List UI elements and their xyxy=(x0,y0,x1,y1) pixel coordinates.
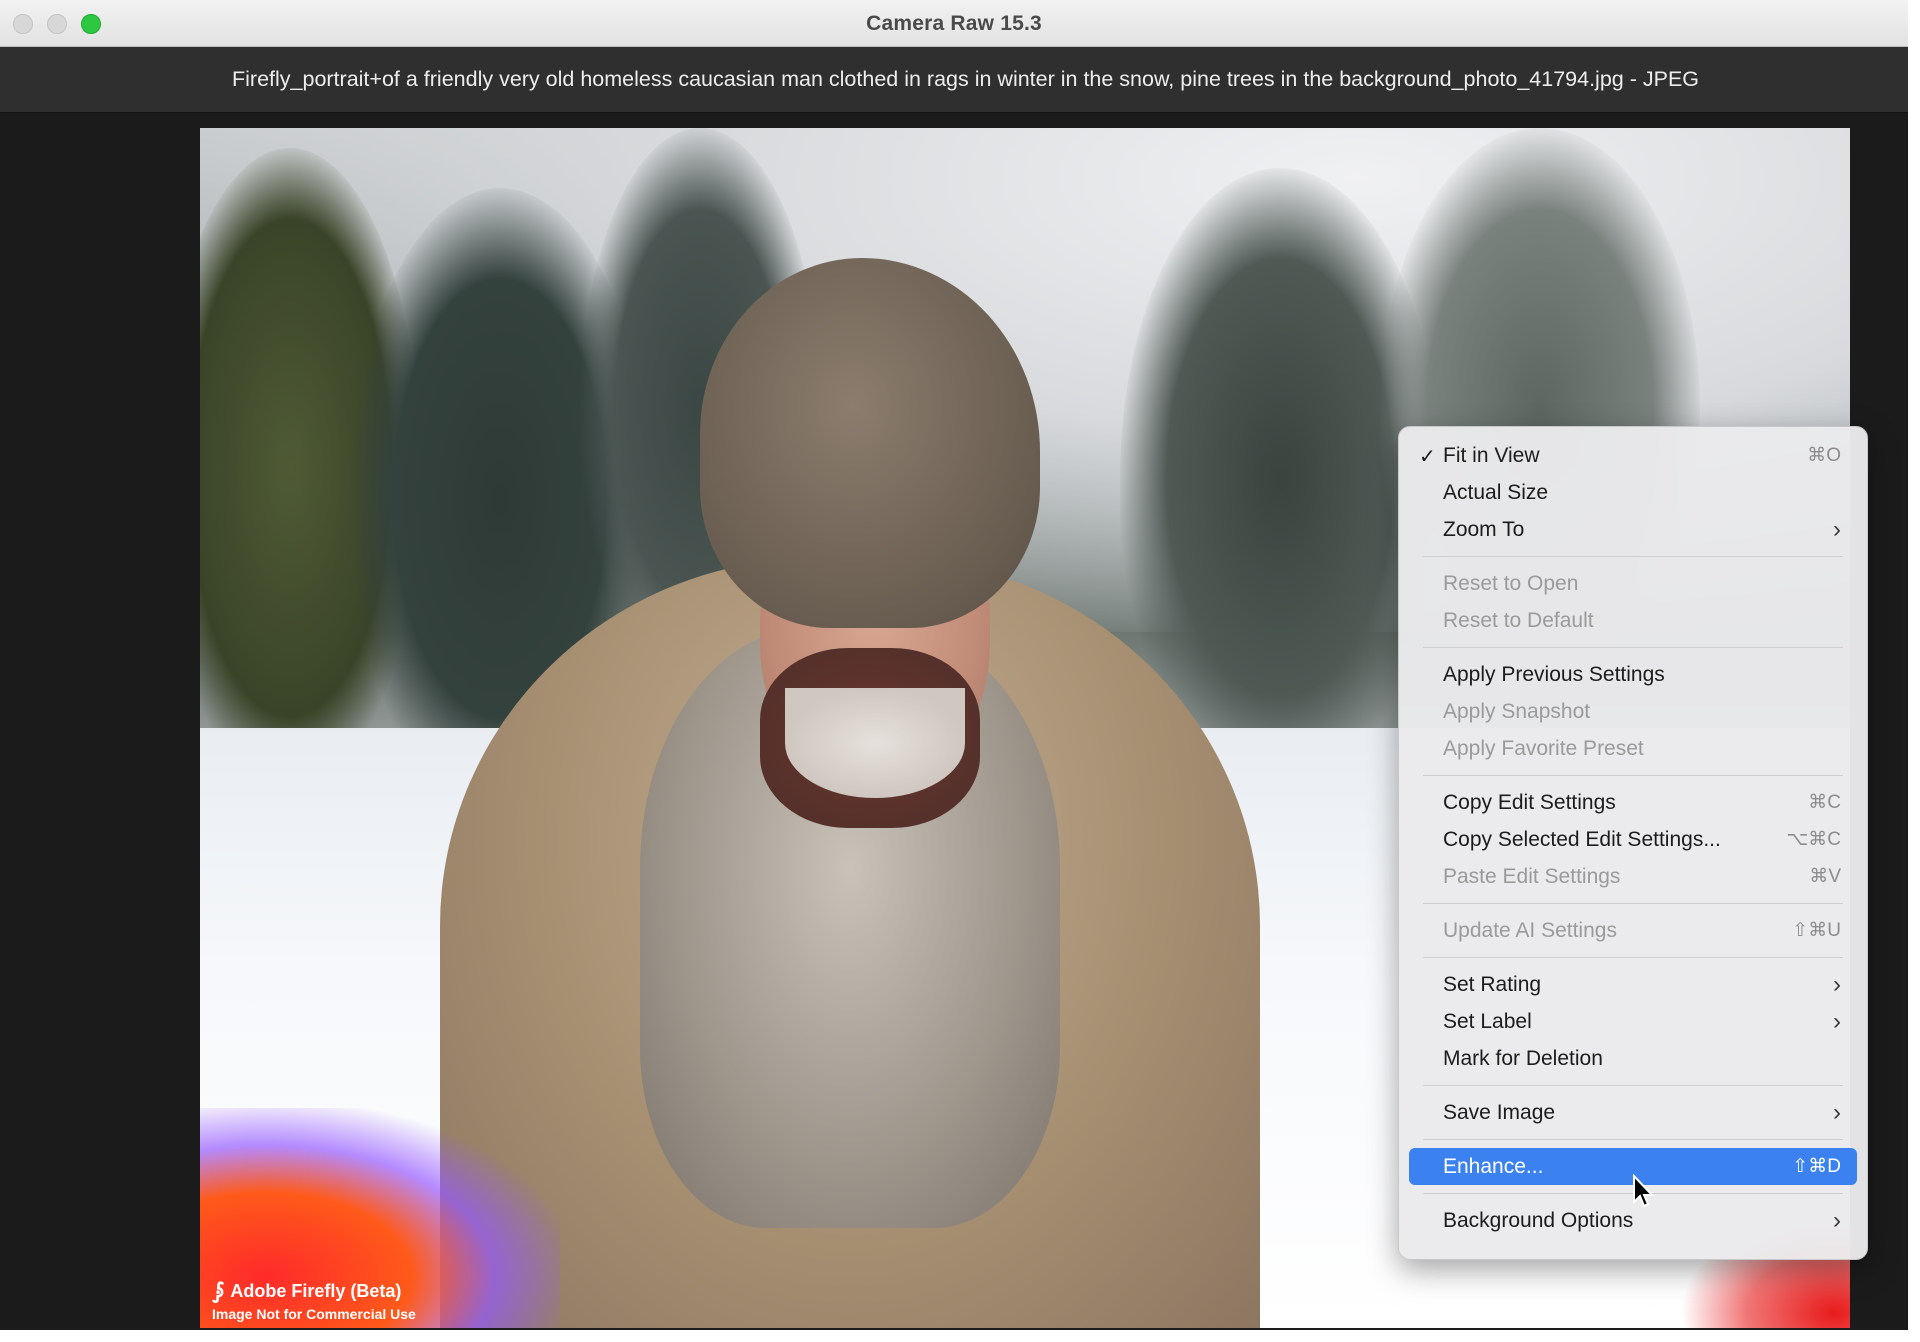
menu-item-label: Enhance... xyxy=(1443,1154,1544,1178)
menu-item-shortcut: ⌥⌘C xyxy=(1786,829,1841,850)
menu-item-set-rating[interactable]: Set Rating › xyxy=(1409,966,1857,1003)
menu-item-apply-previous-settings[interactable]: Apply Previous Settings xyxy=(1409,656,1857,693)
menu-item-label: Copy Selected Edit Settings... xyxy=(1443,827,1721,851)
chevron-right-icon: › xyxy=(1833,970,1841,998)
menu-item-label: Set Label xyxy=(1443,1009,1532,1033)
menu-item-shortcut: ⌘V xyxy=(1809,866,1841,887)
menu-item-shortcut: ⌘O xyxy=(1807,445,1841,466)
menu-item-set-label[interactable]: Set Label › xyxy=(1409,1003,1857,1040)
menu-item-copy-selected-edit-settings[interactable]: Copy Selected Edit Settings... ⌥⌘C xyxy=(1409,821,1857,858)
menu-item-label: Paste Edit Settings xyxy=(1443,864,1621,888)
menu-item-label: Fit in View xyxy=(1443,443,1540,467)
menu-item-label: Set Rating xyxy=(1443,972,1542,996)
camera-raw-window: Camera Raw 15.3 Firefly_portrait+of a fr… xyxy=(0,0,1908,1330)
menu-item-label: Apply Snapshot xyxy=(1443,699,1591,723)
menu-item-label: Background Options xyxy=(1443,1208,1634,1232)
menu-item-save-image[interactable]: Save Image › xyxy=(1409,1094,1857,1131)
menu-item-label: Apply Previous Settings xyxy=(1443,662,1665,686)
menu-separator xyxy=(1423,957,1843,958)
title-bar: Camera Raw 15.3 xyxy=(0,0,1908,47)
menu-item-actual-size[interactable]: Actual Size xyxy=(1409,474,1857,511)
chevron-right-icon: › xyxy=(1833,1206,1841,1234)
menu-item-label: Reset to Default xyxy=(1443,608,1594,632)
menu-item-apply-snapshot: Apply Snapshot xyxy=(1409,693,1857,730)
chevron-right-icon: › xyxy=(1833,515,1841,543)
menu-item-paste-edit-settings: Paste Edit Settings ⌘V xyxy=(1409,858,1857,895)
menu-item-label: Apply Favorite Preset xyxy=(1443,736,1644,760)
menu-separator xyxy=(1423,647,1843,648)
menu-item-label: Update AI Settings xyxy=(1443,918,1617,942)
menu-item-zoom-to[interactable]: Zoom To › xyxy=(1409,511,1857,548)
checkmark-icon: ✓ xyxy=(1419,446,1436,468)
menu-separator xyxy=(1423,775,1843,776)
menu-item-update-ai-settings: Update AI Settings ⇧⌘U xyxy=(1409,912,1857,949)
menu-separator xyxy=(1423,1085,1843,1086)
menu-item-reset-to-default: Reset to Default xyxy=(1409,602,1857,639)
menu-item-fit-in-view[interactable]: ✓ Fit in View ⌘O xyxy=(1409,437,1857,474)
file-name: Firefly_portrait+of a friendly very old … xyxy=(232,67,1700,91)
file-info-bar: Firefly_portrait+of a friendly very old … xyxy=(0,47,1908,113)
watermark-note: Image Not for Commercial Use xyxy=(212,1306,416,1322)
chevron-right-icon: › xyxy=(1833,1007,1841,1035)
adobe-logo-icon: ⨓ xyxy=(212,1278,225,1303)
menu-separator xyxy=(1423,1139,1843,1140)
menu-item-label: Save Image xyxy=(1443,1100,1556,1124)
menu-item-shortcut: ⌘C xyxy=(1808,792,1841,813)
menu-item-apply-favorite-preset: Apply Favorite Preset xyxy=(1409,730,1857,767)
menu-item-copy-edit-settings[interactable]: Copy Edit Settings ⌘C xyxy=(1409,784,1857,821)
window-title: Camera Raw 15.3 xyxy=(866,12,1042,35)
firefly-watermark: ⨓ Adobe Firefly (Beta) Image Not for Com… xyxy=(212,1278,416,1322)
menu-item-reset-to-open: Reset to Open xyxy=(1409,565,1857,602)
menu-separator xyxy=(1423,556,1843,557)
context-menu: ✓ Fit in View ⌘O Actual Size Zoom To › Reset t… xyxy=(1398,426,1868,1260)
menu-separator xyxy=(1423,903,1843,904)
mouse-pointer-icon xyxy=(1633,1174,1655,1208)
menu-item-label: Mark for Deletion xyxy=(1443,1046,1603,1070)
menu-item-label: Reset to Open xyxy=(1443,571,1579,595)
chevron-right-icon: › xyxy=(1833,1098,1841,1126)
menu-item-mark-for-deletion[interactable]: Mark for Deletion xyxy=(1409,1040,1857,1077)
menu-item-label: Actual Size xyxy=(1443,480,1549,504)
photo-beard xyxy=(785,688,965,798)
watermark-brand: Adobe Firefly (Beta) xyxy=(230,1280,402,1301)
menu-item-label: Copy Edit Settings xyxy=(1443,790,1616,814)
menu-item-shortcut: ⇧⌘U xyxy=(1792,920,1841,941)
menu-item-shortcut: ⇧⌘D xyxy=(1792,1156,1841,1177)
menu-item-label: Zoom To xyxy=(1443,517,1525,541)
